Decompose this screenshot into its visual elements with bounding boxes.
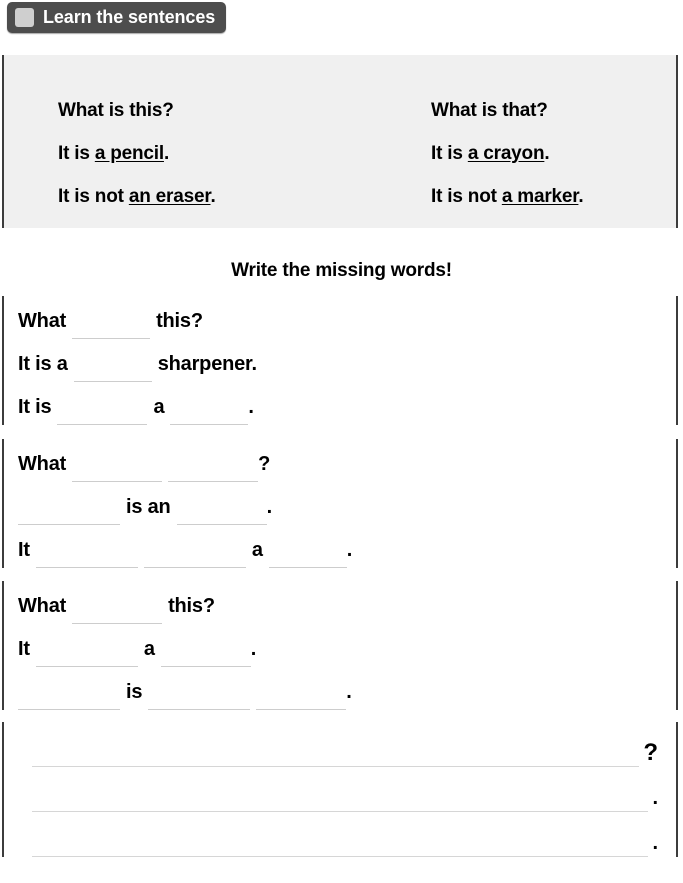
exercise-word: this?: [168, 595, 215, 617]
exercise-punctuation: .: [250, 638, 257, 660]
freewrite-line: .: [4, 812, 676, 857]
example-column-left: What is this? It is a pencil. It is not …: [58, 89, 216, 218]
blank-input[interactable]: [57, 398, 148, 425]
exercise-line: What ?: [4, 439, 676, 482]
blank-input[interactable]: [72, 312, 151, 339]
exercise-punctuation: .: [248, 396, 254, 418]
exercise-group-2: What ? is an . It a .: [2, 439, 678, 568]
exercise-punctuation: ?: [258, 453, 271, 475]
exercise-word: What: [18, 453, 67, 475]
exercise-word: What: [18, 595, 67, 617]
blank-input[interactable]: [168, 455, 259, 482]
blank-input[interactable]: [160, 640, 251, 667]
exercise-word: It: [18, 539, 30, 561]
example-line: What is this?: [58, 89, 216, 132]
example-text-underlined: a marker: [501, 186, 579, 207]
blank-input[interactable]: [35, 640, 138, 667]
blank-input[interactable]: [148, 683, 251, 710]
example-text-prefix: It is: [58, 143, 95, 164]
example-line: It is a pencil.: [58, 132, 216, 175]
exercise-punctuation: .: [346, 681, 352, 703]
square-icon: [15, 8, 34, 27]
blank-input[interactable]: [72, 455, 163, 482]
exercise-punctuation: .: [652, 832, 658, 854]
example-line: It is not an eraser.: [58, 175, 216, 218]
example-text-suffix: .: [578, 186, 584, 207]
blank-input[interactable]: [73, 355, 152, 382]
exercise-word: It: [18, 638, 30, 660]
header-title: Learn the sentences: [43, 7, 216, 27]
example-text-prefix: It is not: [58, 186, 129, 207]
blank-input[interactable]: [32, 825, 649, 857]
exercise-word: a: [153, 396, 165, 418]
example-line: It is not a marker.: [431, 175, 584, 218]
exercise-word: What: [18, 310, 67, 332]
example-text-prefix: It is not: [431, 186, 502, 207]
exercise-line: It is a sharpener.: [4, 339, 676, 382]
exercise-punctuation: .: [346, 539, 353, 561]
exercise-punctuation: .: [652, 787, 658, 809]
exercise-word: a: [143, 638, 155, 660]
blank-input[interactable]: [32, 780, 649, 812]
blank-input[interactable]: [72, 597, 163, 624]
example-text-suffix: .: [163, 143, 170, 164]
exercise-line: is an .: [4, 482, 676, 525]
exercise-word: is an: [126, 496, 171, 518]
example-columns: What is this? It is a pencil. It is not …: [4, 55, 676, 228]
exercise-line: It a .: [4, 624, 676, 667]
exercise-group-1: What this? It is a sharpener. It is a .: [2, 296, 678, 425]
blank-input[interactable]: [170, 398, 249, 425]
exercise-group-4: ? . .: [2, 722, 678, 857]
exercise-word: this?: [156, 310, 203, 332]
exercise-line: What this?: [4, 296, 676, 339]
example-column-right: What is that? It is a crayon. It is not …: [431, 89, 584, 218]
exercise-punctuation: .: [266, 496, 273, 518]
exercise-word: is: [126, 681, 143, 703]
example-text-prefix: It is: [431, 143, 468, 164]
blank-input[interactable]: [18, 498, 120, 525]
blank-input[interactable]: [18, 683, 120, 710]
exercise-line: What this?: [4, 581, 676, 624]
exercise-line: is .: [4, 667, 676, 710]
exercise-word: a: [251, 539, 263, 561]
example-text-underlined: a crayon: [467, 143, 545, 164]
exercise-line: It a .: [4, 525, 676, 568]
example-text-suffix: .: [210, 186, 216, 207]
example-text-prefix: What is that?: [431, 100, 548, 121]
example-text-underlined: an eraser: [128, 186, 211, 207]
blank-input[interactable]: [143, 541, 246, 568]
exercise-word: It is a: [18, 353, 68, 375]
exercise-line: It is a .: [4, 382, 676, 425]
blank-input[interactable]: [32, 735, 640, 767]
example-line: What is that?: [431, 89, 584, 132]
freewrite-line: ?: [4, 722, 676, 767]
example-text-prefix: What is this?: [58, 100, 174, 121]
exercise-punctuation: ?: [643, 739, 658, 766]
exercise-word: sharpener.: [157, 353, 257, 375]
example-sentences-box: What is this? It is a pencil. It is not …: [2, 55, 678, 228]
exercise-group-3: What this? It a . is .: [2, 581, 678, 710]
freewrite-line: .: [4, 767, 676, 812]
instruction-heading: Write the missing words!: [231, 260, 452, 281]
blank-input[interactable]: [268, 541, 347, 568]
example-line: It is a crayon.: [431, 132, 584, 175]
exercise-word: It is: [18, 396, 52, 418]
example-text-underlined: a pencil: [94, 143, 164, 164]
learn-the-sentences-header: Learn the sentences: [7, 2, 227, 33]
example-text-suffix: .: [544, 143, 550, 164]
blank-input[interactable]: [256, 683, 347, 710]
blank-input[interactable]: [35, 541, 138, 568]
blank-input[interactable]: [176, 498, 267, 525]
